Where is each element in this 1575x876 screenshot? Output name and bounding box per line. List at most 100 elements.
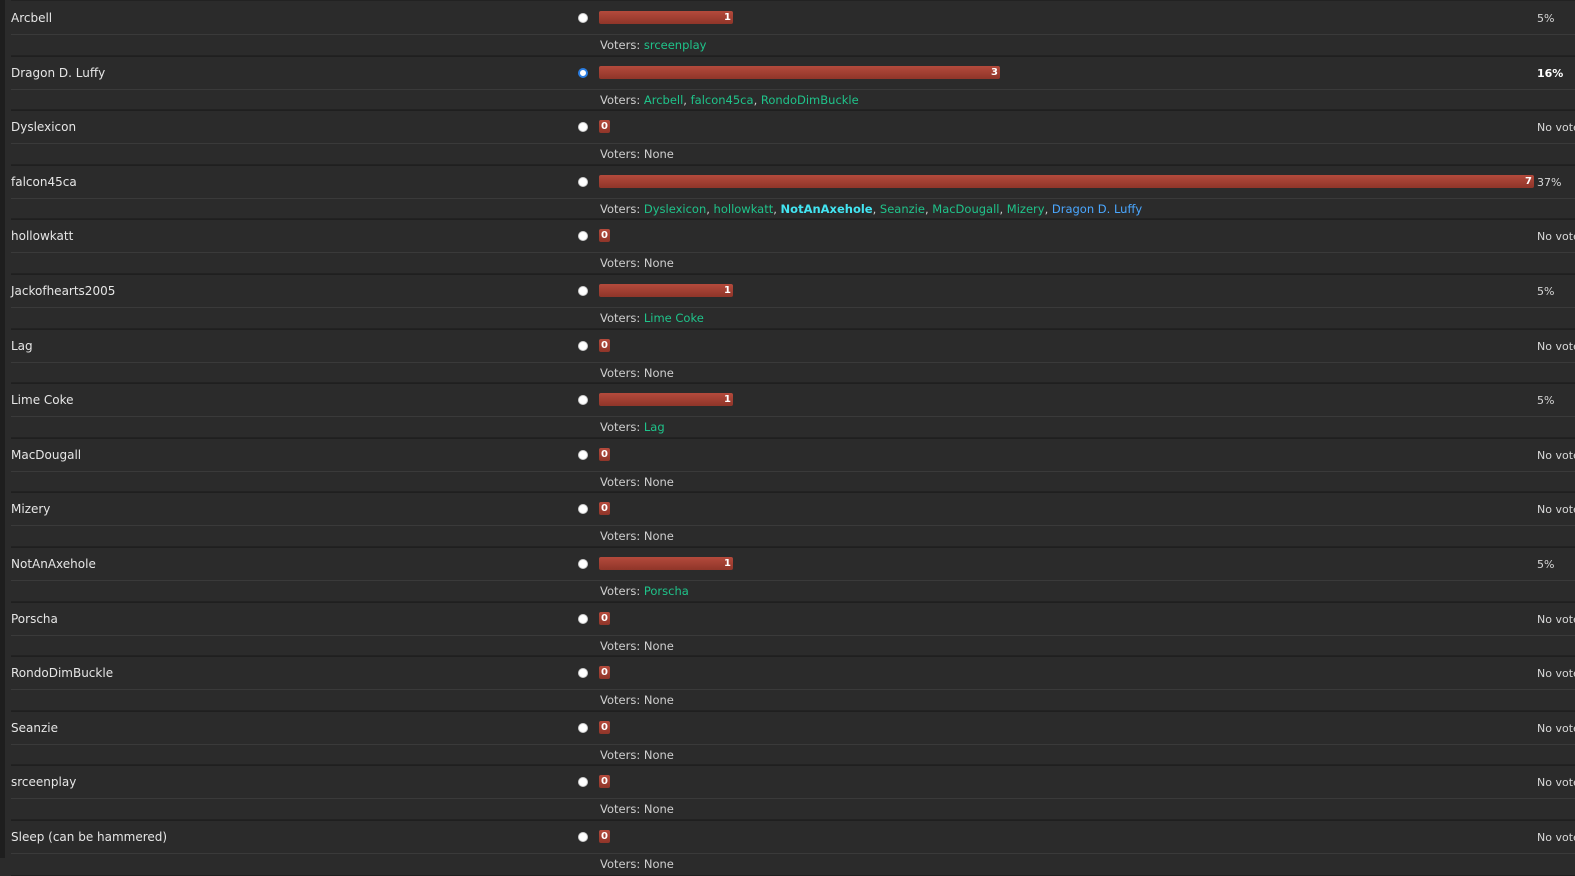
poll-option: Sleep (can be hammered) 0 No vote Voters: N…	[5, 818, 1575, 876]
voters-row: Voters: None	[11, 852, 1575, 876]
vote-percent: No vote	[1537, 667, 1575, 681]
poll-option: Dragon D. Luffy 3 16% Voters: Arcbell, falc…	[5, 54, 1575, 112]
vote-radio-button[interactable]	[578, 722, 588, 733]
vote-bar: 3	[599, 65, 1000, 79]
voters-label: Voters:	[600, 529, 641, 544]
vote-radio-button[interactable]	[578, 231, 588, 242]
vote-radio-button[interactable]	[578, 668, 588, 679]
vote-percent: 16%	[1537, 66, 1564, 80]
voters-list: Voters: None	[600, 366, 674, 380]
vote-radio-button[interactable]	[578, 558, 588, 569]
voters-none: None	[643, 474, 674, 489]
option-name: falcon45ca	[11, 174, 77, 189]
poll-option-row: Jackofhearts2005 1 5%	[11, 272, 1575, 308]
vote-count: 1	[724, 394, 731, 406]
vote-bar: 0	[599, 229, 610, 243]
poll-option: hollowkatt 0 No vote Voters: None	[5, 218, 1575, 275]
vote-radio-button[interactable]	[578, 777, 588, 788]
voter-link[interactable]: srceenplay	[644, 38, 707, 52]
voters-label: Voters:	[600, 420, 641, 435]
vote-radio-button[interactable]	[578, 67, 588, 78]
option-name: Porscha	[11, 611, 58, 626]
poll-option: Lime Coke 1 5% Voters: Lag	[5, 382, 1575, 439]
voter-link[interactable]: Seanzie	[880, 202, 925, 216]
voters-label: Voters:	[600, 38, 641, 52]
vote-radio-button[interactable]	[578, 176, 588, 187]
voter-link[interactable]: Lime Coke	[644, 311, 704, 325]
voters-list: Voters: None	[600, 475, 674, 489]
voter-link[interactable]: Porscha	[644, 584, 689, 598]
poll-option-row: RondoDimBuckle 0 No vote	[11, 655, 1575, 690]
voter-link[interactable]: hollowkatt	[714, 202, 774, 216]
vote-radio-button[interactable]	[578, 13, 588, 23]
vote-radio-button[interactable]	[578, 613, 588, 624]
voter-link[interactable]: Arcbell	[644, 93, 683, 107]
voter-separator: ,	[706, 201, 714, 216]
poll-option-row: Porscha 0 No vote	[11, 600, 1575, 636]
voters-list: Voters: None	[600, 802, 674, 816]
vote-radio-button[interactable]	[578, 122, 588, 133]
voter-separator: ,	[773, 201, 781, 216]
voters-list: Voters: Lime Coke	[600, 311, 704, 325]
vote-percent: No vote	[1537, 776, 1575, 790]
poll-option: Porscha 0 No vote Voters: None	[5, 600, 1575, 658]
voters-list: Voters: None	[600, 147, 674, 161]
voters-list: Voters: None	[600, 693, 674, 707]
voter-separator: ,	[1044, 201, 1052, 216]
poll-option-row: MacDougall 0 No vote	[11, 436, 1575, 472]
vote-bar: 1	[599, 283, 733, 297]
voters-label: Voters:	[600, 256, 641, 271]
poll-option: Seanzie 0 No vote Voters: None	[5, 709, 1575, 767]
vote-bar: 0	[599, 447, 610, 461]
voters-list: Voters: None	[600, 639, 674, 653]
voter-separator: ,	[683, 92, 691, 107]
vote-bar: 1	[599, 556, 733, 570]
vote-count: 0	[601, 721, 608, 733]
voter-link[interactable]: Lag	[644, 420, 665, 434]
poll-option: MacDougall 0 No vote Voters: None	[5, 436, 1575, 494]
voter-link[interactable]: NotAnAxehole	[781, 202, 873, 216]
voters-none: None	[643, 747, 674, 762]
vote-percent: No vote	[1537, 121, 1575, 135]
vote-bar: 0	[599, 666, 610, 680]
vote-percent: 5%	[1537, 284, 1555, 298]
vote-bar: 0	[599, 338, 610, 352]
option-name: Arcbell	[11, 11, 53, 25]
voters-list: Voters: Arcbell, falcon45ca, RondoDimBuc…	[600, 93, 859, 107]
vote-radio-button[interactable]	[578, 395, 588, 406]
poll-option: Jackofhearts2005 1 5% Voters: Lime Coke	[5, 272, 1575, 330]
voter-link[interactable]: RondoDimBuckle	[761, 93, 859, 107]
option-name: RondoDimBuckle	[11, 666, 114, 681]
voter-link[interactable]: Dyslexicon	[644, 202, 706, 216]
poll-option: Mizery 0 No vote Voters: None	[5, 491, 1575, 548]
option-name: Mizery	[11, 502, 51, 517]
vote-radio-button[interactable]	[578, 340, 588, 351]
voter-link[interactable]: Mizery	[1007, 202, 1045, 216]
vote-count: 0	[601, 339, 608, 351]
voter-link[interactable]: Dragon D. Luffy	[1052, 202, 1142, 216]
voters-list: Voters: Lag	[600, 420, 665, 434]
voters-row: Voters: None	[11, 634, 1575, 658]
vote-radio-button[interactable]	[578, 831, 588, 842]
vote-percent: 5%	[1537, 12, 1555, 25]
voters-list: Voters: Dyslexicon, hollowkatt, NotAnAxe…	[600, 202, 1142, 216]
voter-link[interactable]: MacDougall	[932, 202, 999, 216]
voters-list: Voters: None	[600, 857, 674, 871]
vote-percent: No vote	[1537, 612, 1575, 626]
vote-radio-button[interactable]	[578, 449, 588, 460]
option-name: MacDougall	[11, 447, 82, 462]
poll-option: NotAnAxehole 1 5% Voters: Porscha	[5, 545, 1575, 603]
voters-row: Voters: srceenplay	[11, 34, 1575, 57]
voters-row: Voters: None	[11, 361, 1575, 385]
vote-count: 7	[1525, 175, 1532, 187]
voters-row: Voters: None	[11, 798, 1575, 821]
poll-option: srceenplay 0 No vote Voters: None	[5, 764, 1575, 821]
vote-radio-button[interactable]	[578, 504, 588, 515]
voter-link[interactable]: falcon45ca	[691, 93, 754, 107]
vote-bar: 1	[599, 393, 733, 407]
vote-count: 1	[724, 284, 731, 296]
option-name: NotAnAxehole	[11, 556, 96, 571]
voters-label: Voters:	[600, 802, 641, 817]
voters-none: None	[643, 638, 674, 653]
vote-radio-button[interactable]	[578, 285, 588, 296]
